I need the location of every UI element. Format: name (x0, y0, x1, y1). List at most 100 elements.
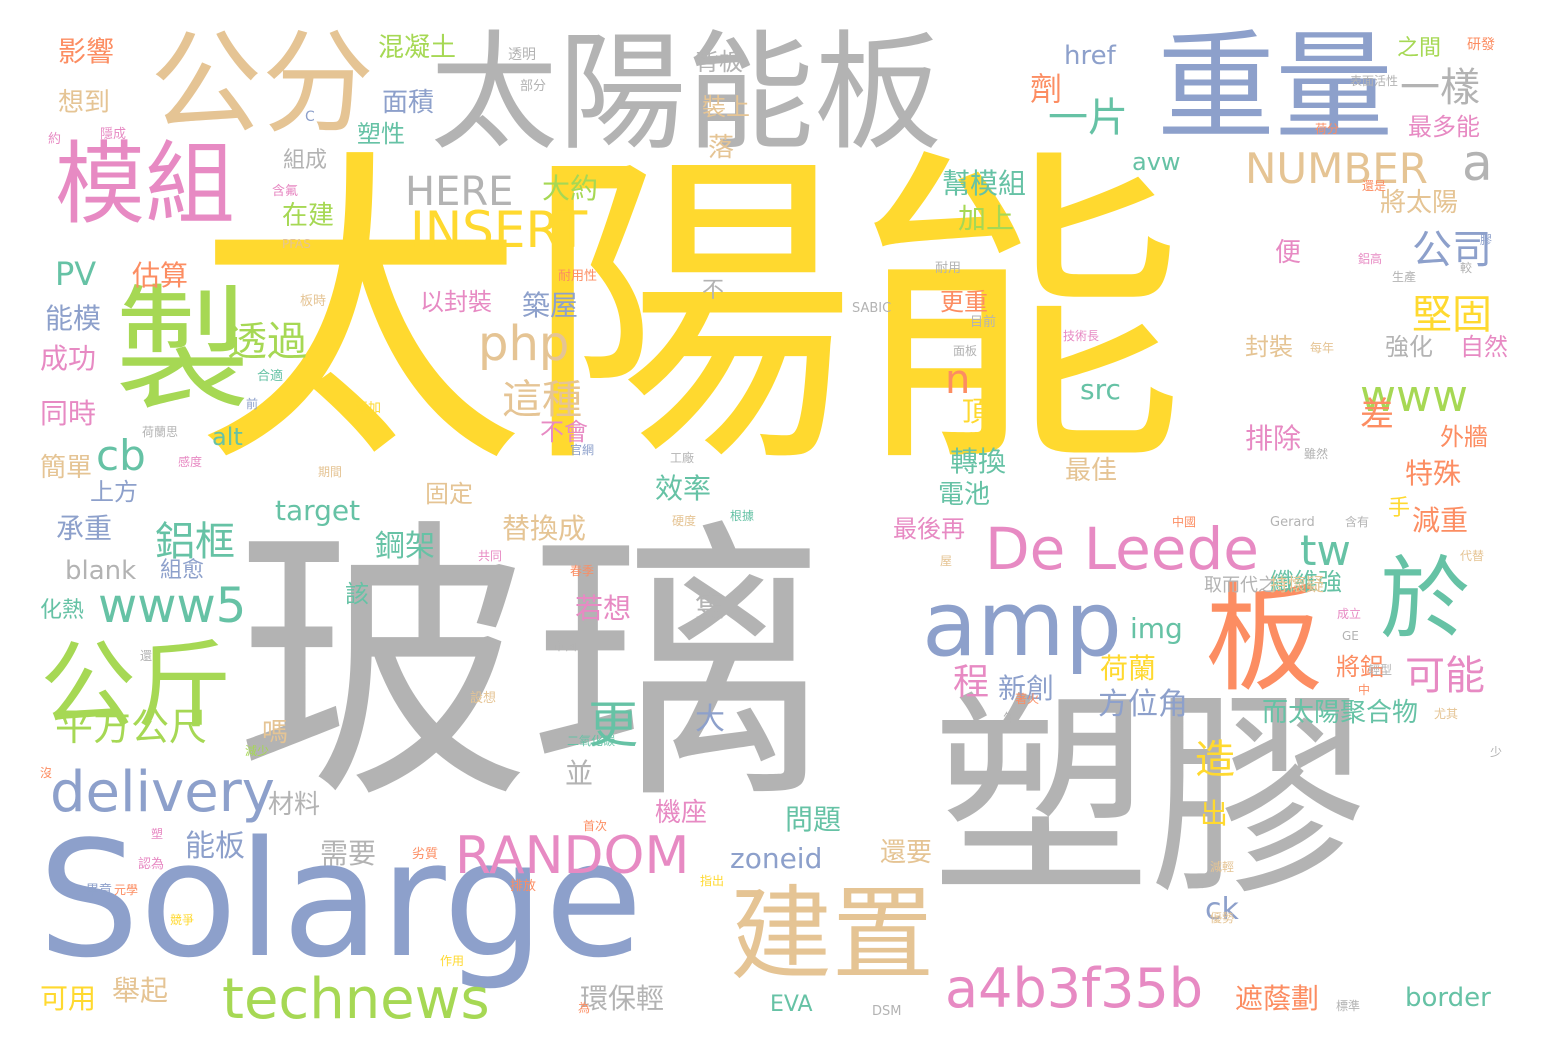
word: PFAS (282, 237, 311, 251)
word: 優勢 (1210, 911, 1235, 925)
word: 板 (1205, 570, 1324, 708)
word: 電池 (938, 480, 991, 510)
word: 沒 (40, 766, 53, 780)
word: 較 (1460, 261, 1473, 275)
word: technews (222, 967, 490, 1032)
word: 研發 (1467, 37, 1495, 53)
word: 估算 (132, 259, 189, 292)
word: 強化 (1385, 333, 1433, 361)
word: 想到 (58, 88, 111, 118)
word: GE (1342, 629, 1359, 643)
word: delivery (50, 760, 275, 825)
word: 玻璃 (235, 495, 825, 839)
word: 還 (140, 649, 153, 663)
word: 塑 (151, 827, 164, 841)
word: DSM (872, 1004, 902, 1019)
word: 荷分 (1315, 122, 1340, 136)
word: 上方 (90, 478, 138, 506)
word: 板時 (300, 294, 327, 309)
word: 不 (702, 278, 725, 303)
word: 外牆 (1440, 423, 1488, 451)
word: SABIC (852, 301, 892, 316)
word: 替換成 (502, 512, 587, 545)
word: 面積 (382, 88, 435, 118)
word: 劑 (1030, 70, 1063, 108)
word: De Leede (985, 515, 1259, 583)
word: 組成 (283, 148, 328, 173)
word: 期間 (318, 465, 343, 479)
word: 含氟 (272, 184, 299, 199)
word: 減輕 (1210, 860, 1235, 874)
word: 少 (1490, 745, 1503, 759)
word: 不會 (540, 418, 588, 446)
word: 約 (48, 132, 62, 147)
word: 設想 (470, 691, 497, 706)
word: 隻 (695, 589, 725, 624)
word: 可用 (40, 982, 97, 1015)
word: blank (65, 556, 137, 586)
word: 成立 (1337, 607, 1362, 621)
word: 最後再 (893, 515, 965, 543)
word: 添加 (355, 401, 382, 416)
word: 於 (1380, 547, 1470, 652)
word: 嗎 (262, 718, 289, 748)
word: 一樣 (1400, 65, 1480, 111)
word: 還要 (880, 838, 933, 868)
word: 生產 (1392, 270, 1417, 284)
word: 自然 (1460, 333, 1508, 361)
word: 市面上 (553, 639, 590, 653)
word: 最佳 (1065, 456, 1118, 486)
word: 封裝 (1245, 333, 1293, 361)
word: 環保輕 (580, 982, 665, 1015)
word: 遮蔭劃 (1235, 982, 1320, 1015)
word: 需要 (320, 837, 377, 870)
word: 著火 (1015, 692, 1040, 706)
word: 出 (1200, 797, 1229, 830)
word: 硬度 (672, 514, 697, 528)
word: 共同 (478, 549, 503, 563)
word: 鋼架 (375, 529, 435, 564)
word: amp (922, 572, 1122, 677)
word: 材料 (268, 790, 321, 820)
word: 方位角 (1098, 687, 1188, 722)
word: 這種 (502, 377, 582, 423)
word: 在建 (282, 201, 335, 231)
word: 技術長 (1063, 329, 1100, 343)
word: 荷蘭 (1100, 652, 1157, 685)
word: 塑性 (357, 120, 405, 148)
word: 透明 (508, 47, 536, 63)
word: 持懷疑 (1270, 575, 1324, 596)
word: n (945, 357, 971, 403)
word: 幫模組 (942, 167, 1027, 200)
word: 以封裝 (420, 288, 492, 316)
word: 最多能 (1408, 113, 1480, 141)
word: 太陽能板 (430, 19, 943, 168)
word: 畢竟 (86, 883, 113, 898)
word: alt (212, 423, 243, 451)
word: HERE (405, 169, 514, 215)
word: 可能 (1405, 653, 1485, 699)
word: 差 (1360, 395, 1394, 435)
word: 同時 (40, 397, 97, 430)
word: 合適 (257, 369, 284, 384)
word: RANDOM (455, 826, 690, 886)
word: 二氧化碳 (567, 734, 616, 748)
word: 化熱 (40, 598, 85, 623)
word: a4b3f35b (945, 957, 1204, 1020)
word: 為 (578, 1001, 591, 1015)
word: 透過 (227, 319, 307, 365)
word: 問題 (785, 803, 842, 836)
word: 隱成 (100, 127, 127, 142)
word: 排放 (510, 879, 537, 894)
word: 固定 (425, 480, 473, 508)
word: 減重 (1412, 504, 1469, 537)
word: href (1064, 41, 1116, 71)
word: 中國 (1172, 515, 1197, 529)
word: 指出 (700, 874, 725, 888)
word: 大約 (542, 172, 599, 205)
word: 落 (708, 133, 735, 163)
word: 模組 (55, 132, 235, 237)
word: 能模 (45, 302, 102, 335)
word: 減少 (245, 744, 270, 758)
word: 轉換 (950, 445, 1007, 478)
